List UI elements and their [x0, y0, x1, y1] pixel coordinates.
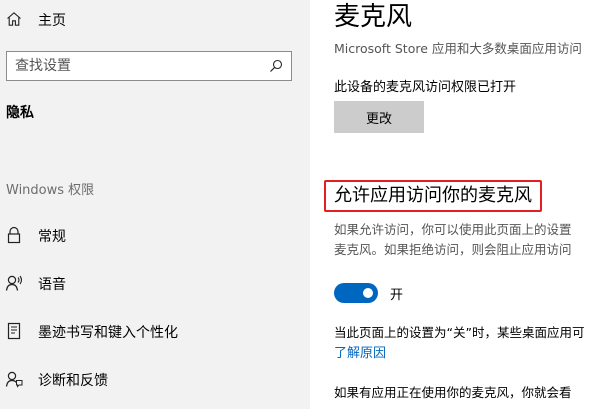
- allow-description-line: 麦克风。如果拒绝访问，则会阻止应用访问: [334, 242, 572, 257]
- speech-icon: [5, 275, 23, 291]
- sidebar-item-general[interactable]: 常规: [0, 219, 310, 251]
- lock-icon: [7, 226, 21, 244]
- sidebar-item-home-label: 主页: [38, 13, 66, 29]
- home-icon: [7, 12, 21, 26]
- microphone-settings-page: 麦克风 Microsoft Store 应用和大多数桌面应用访问 此设备的麦克风…: [310, 0, 600, 409]
- allow-apps-toggle[interactable]: [334, 283, 378, 303]
- toggle-state-label: 开: [390, 288, 404, 303]
- allow-apps-heading: 允许应用访问你的麦克风: [324, 180, 542, 212]
- sidebar-item-inking-typing[interactable]: 墨迹书写和键入个性化: [0, 315, 310, 347]
- desktop-apps-note: 当此页面上的设置为“关”时，某些桌面应用可: [334, 325, 585, 340]
- page-title: 麦克风: [334, 2, 413, 32]
- sidebar-item-diagnostics-feedback[interactable]: 诊断和反馈: [0, 363, 310, 395]
- search-box[interactable]: [6, 51, 292, 81]
- page-subtitle: Microsoft Store 应用和大多数桌面应用访问: [334, 41, 582, 56]
- in-use-note: 如果有应用正在使用你的麦克风，你就会看: [334, 385, 572, 400]
- learn-why-link[interactable]: 了解原因: [334, 342, 386, 361]
- sidebar-item-label: 常规: [38, 229, 66, 245]
- allow-description-line: 如果允许访问，你可以使用此页面上的设置: [334, 222, 572, 237]
- settings-sidebar: 主页 隐私 Windows 权限 常规 语音 墨迹书: [0, 0, 310, 409]
- device-access-status: 此设备的麦克风访问权限已打开: [334, 80, 517, 95]
- search-input[interactable]: [7, 52, 257, 80]
- change-button[interactable]: 更改: [334, 101, 424, 133]
- windows-permissions-label: Windows 权限: [6, 183, 95, 198]
- sidebar-item-label: 墨迹书写和键入个性化: [38, 325, 178, 341]
- sidebar-item-speech[interactable]: 语音: [0, 267, 310, 299]
- sidebar-item-home[interactable]: 主页: [0, 6, 310, 34]
- search-icon[interactable]: [269, 59, 283, 73]
- sidebar-item-label: 语音: [38, 277, 66, 293]
- sidebar-item-label: 诊断和反馈: [38, 373, 108, 389]
- privacy-header: 隐私: [6, 105, 34, 121]
- inking-typing-icon: [7, 322, 21, 340]
- toggle-knob: [363, 288, 373, 298]
- diagnostics-feedback-icon: [5, 371, 23, 388]
